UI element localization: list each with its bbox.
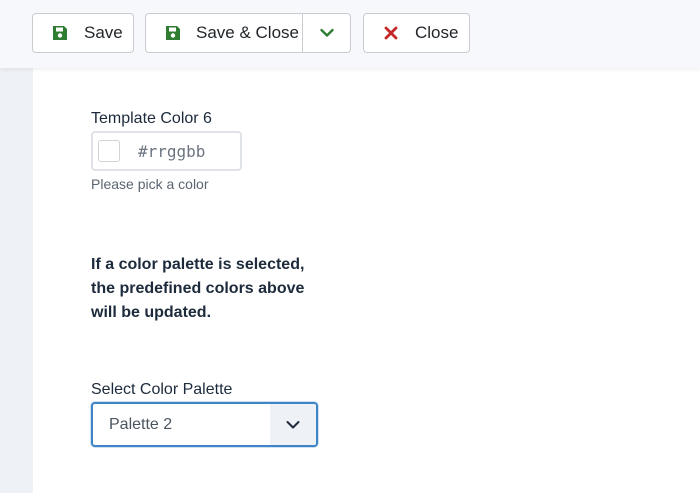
form-panel: Template Color 6 #rrggbb Please pick a c… <box>33 68 700 493</box>
sidebar-strip <box>0 68 33 493</box>
save-button[interactable]: Save <box>32 13 134 53</box>
save-close-group: Save & Close <box>145 13 351 53</box>
color-swatch[interactable] <box>98 140 120 162</box>
close-button[interactable]: Close <box>363 13 470 53</box>
template-color-label: Template Color 6 <box>91 110 212 127</box>
save-and-close-label: Save & Close <box>196 23 299 42</box>
color-hint-text: Please pick a color <box>91 176 209 192</box>
palette-select-label: Select Color Palette <box>91 381 233 398</box>
chevron-down-icon <box>318 24 336 42</box>
template-color-field[interactable]: #rrggbb <box>91 131 242 171</box>
chevron-down-icon[interactable] <box>270 404 316 445</box>
floppy-disk-icon <box>51 24 69 42</box>
save-label: Save <box>84 23 123 42</box>
floppy-disk-icon <box>164 24 182 42</box>
close-label: Close <box>415 23 459 42</box>
save-and-close-button[interactable]: Save & Close <box>146 14 303 52</box>
palette-note: If a color palette is selected, the pred… <box>91 256 305 321</box>
x-icon <box>382 24 400 42</box>
toolbar: Save Save & Close Close <box>0 0 700 68</box>
color-value-placeholder: #rrggbb <box>138 141 206 161</box>
save-options-dropdown-button[interactable] <box>303 14 350 52</box>
palette-select[interactable]: Palette 2 <box>91 402 318 447</box>
palette-selected-value: Palette 2 <box>109 415 173 433</box>
